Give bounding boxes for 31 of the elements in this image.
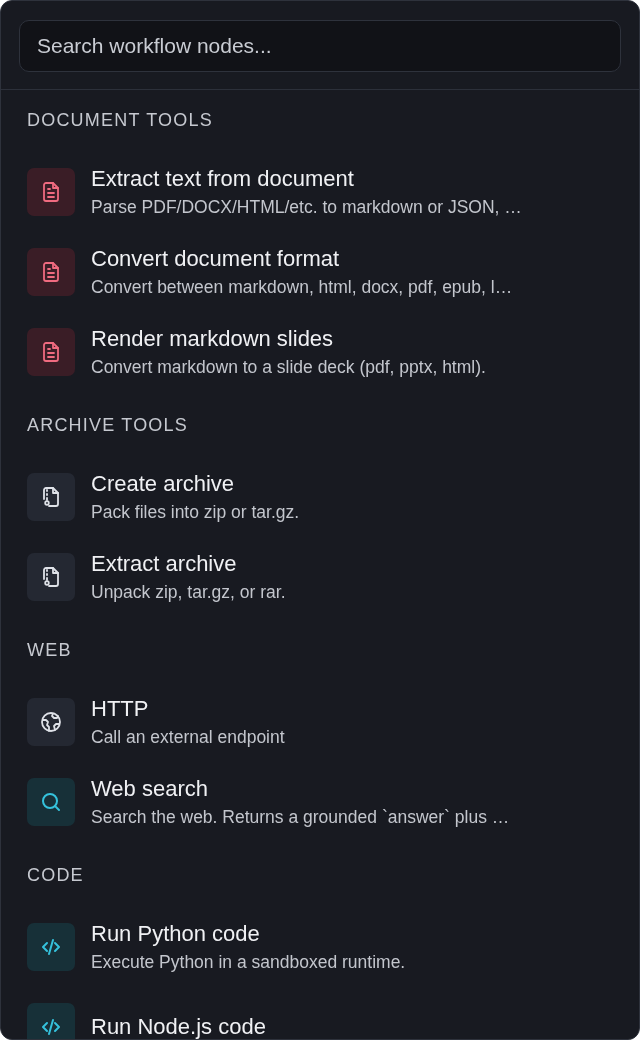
document-icon bbox=[27, 168, 75, 216]
node-description: Convert markdown to a slide deck (pdf, pptx, html). bbox=[91, 357, 486, 378]
document-icon bbox=[27, 328, 75, 376]
section-heading: ARCHIVE TOOLS bbox=[27, 414, 189, 437]
node-title: Web search bbox=[91, 776, 209, 802]
search-field[interactable]: Search workflow nodes... bbox=[19, 20, 621, 72]
node-title: Render markdown slides bbox=[91, 326, 335, 352]
document-icon bbox=[27, 248, 75, 296]
globe-icon bbox=[27, 698, 75, 746]
section-heading: WEB bbox=[27, 639, 73, 662]
search-icon bbox=[27, 778, 75, 826]
node-description: Execute Python in a sandboxed runtime. bbox=[91, 952, 406, 973]
node-description: Convert between markdown, html, docx, pdf, epub, l… bbox=[91, 277, 513, 298]
code-icon bbox=[27, 1003, 75, 1039]
node-title: HTTP bbox=[91, 696, 150, 722]
node-title: Create archive bbox=[91, 471, 236, 497]
section-heading: DOCUMENT TOOLS bbox=[27, 109, 214, 132]
node-description: Search the web. Returns a grounded `answer` plus … bbox=[91, 807, 510, 828]
node-description: Unpack zip, tar.gz, or rar. bbox=[91, 582, 286, 603]
node-title: Run Python code bbox=[91, 921, 261, 947]
node-description: Parse PDF/DOCX/HTML/etc. to markdown or JSON, … bbox=[91, 197, 522, 218]
node-title: Extract text from document bbox=[91, 166, 355, 192]
node-title: Convert document format bbox=[91, 246, 341, 272]
archive-icon bbox=[27, 553, 75, 601]
node-title: Run Node.js code bbox=[91, 1014, 266, 1039]
node-description: Call an external endpoint bbox=[91, 727, 285, 748]
section-heading: CODE bbox=[27, 864, 85, 887]
archive-icon bbox=[27, 473, 75, 521]
code-icon bbox=[27, 923, 75, 971]
node-title: Extract archive bbox=[91, 551, 238, 577]
node-description: Pack files into zip or tar.gz. bbox=[91, 502, 300, 523]
